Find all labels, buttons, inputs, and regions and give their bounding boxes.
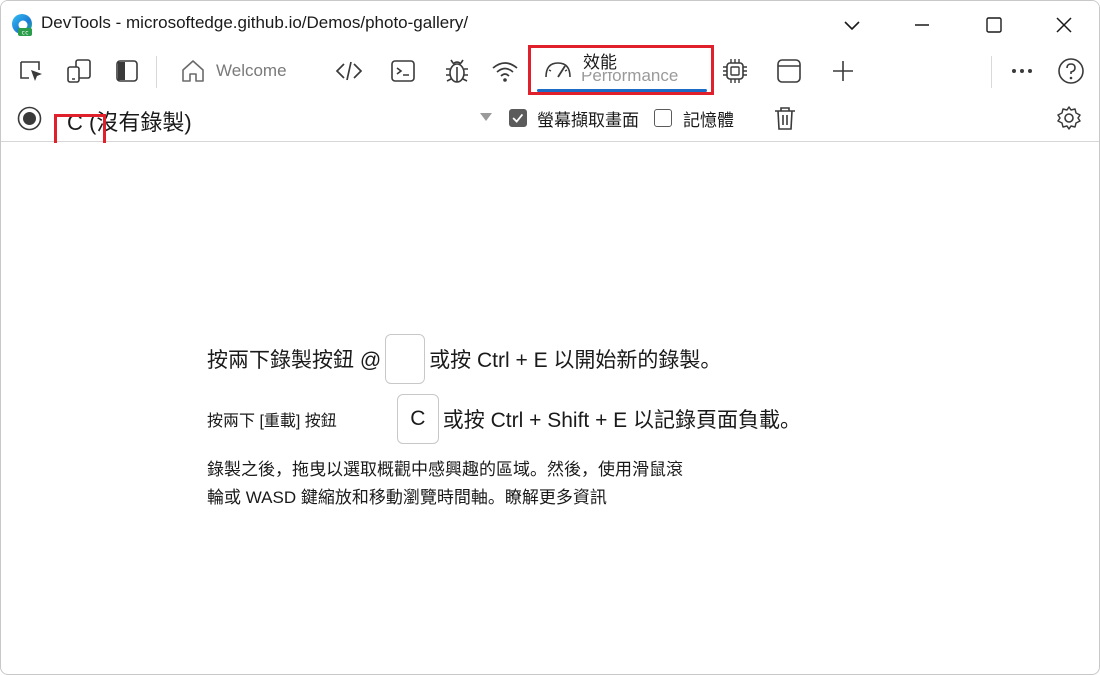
record-instruction-text-2: 或按 Ctrl + E 以開始新的錄製。: [429, 349, 722, 372]
tab-welcome[interactable]: Welcome: [179, 55, 287, 87]
tab-memory[interactable]: [719, 55, 751, 87]
trash-icon[interactable]: [771, 104, 799, 132]
active-tab-indicator: [537, 89, 707, 92]
screenshots-checkbox[interactable]: [509, 109, 527, 127]
plus-icon: [833, 61, 853, 81]
record-button-keycap: [385, 334, 426, 384]
wifi-icon: [492, 62, 518, 82]
svg-text:cc: cc: [21, 30, 29, 37]
sidebar-icon: [116, 60, 138, 82]
record-instruction-text-1: 按兩下錄製按鈕 @: [207, 349, 382, 372]
devtools-toolbar: Welcome Performance 效能: [1, 47, 1099, 95]
recording-select[interactable]: C (沒有錄製): [67, 105, 192, 137]
reload-instruction-text-1: 按兩下 [重載] 按鈕: [207, 413, 337, 430]
devtools-window: cc DevTools - microsoftedge.github.io/De…: [0, 0, 1100, 675]
tab-console[interactable]: [387, 55, 419, 87]
customize-menu-button[interactable]: [1006, 55, 1038, 87]
toolbar-divider: [156, 56, 157, 88]
tab-sources[interactable]: [441, 55, 473, 87]
device-emulation-icon: [67, 59, 91, 83]
help-icon: [1058, 58, 1084, 84]
code-icon: [335, 61, 363, 81]
reload-button-keycap[interactable]: C: [396, 394, 439, 444]
tab-welcome-label: Welcome: [216, 61, 287, 80]
close-icon: [1056, 17, 1072, 33]
reload-instruction-text-2: 或按 Ctrl + Shift + E 以記錄頁面負載。: [442, 409, 802, 432]
maximize-button[interactable]: [979, 10, 1009, 40]
edge-devtools-icon: cc: [12, 14, 32, 37]
record-instructions: 按兩下錄製按鈕 @ 或按 Ctrl + E 以開始新的錄製。: [207, 334, 721, 384]
bug-icon: [446, 59, 468, 83]
performance-landing: 按兩下錄製按鈕 @ 或按 Ctrl + E 以開始新的錄製。 按兩下 [重載] …: [1, 142, 1099, 674]
title-bar: cc DevTools - microsoftedge.github.io/De…: [1, 1, 1099, 47]
more-dots-icon: [1012, 69, 1032, 73]
memory-label: 記憶體: [683, 111, 734, 130]
device-emulation-button[interactable]: [63, 55, 95, 87]
toggle-sidebar-button[interactable]: [111, 55, 143, 87]
inspect-icon: [20, 61, 42, 81]
help-button[interactable]: [1055, 55, 1087, 87]
dropdown-chevron-button[interactable]: [837, 10, 867, 40]
help-paragraph: 錄製之後，拖曳以選取概觀中感興趣的區域。然後，使用滑鼠滾 輪或 WASD 鍵縮放…: [207, 456, 767, 512]
minimize-button[interactable]: [907, 10, 937, 40]
chip-icon: [723, 59, 747, 83]
tab-application[interactable]: [773, 55, 805, 87]
screenshots-label: 螢幕擷取畫面: [537, 111, 639, 130]
record-button[interactable]: [17, 106, 42, 131]
memory-checkbox[interactable]: [654, 109, 672, 127]
help-paragraph-line-2[interactable]: 輪或 WASD 鍵縮放和移動瀏覽時間軸。瞭解更多資訊: [207, 484, 767, 512]
gear-icon[interactable]: [1055, 104, 1083, 132]
checkmark-icon: [512, 113, 524, 123]
gauge-icon: [545, 62, 571, 78]
close-button[interactable]: [1049, 10, 1079, 40]
tab-elements[interactable]: [333, 55, 365, 87]
maximize-icon: [986, 17, 1002, 33]
triangle-down-icon[interactable]: [478, 111, 494, 123]
toolbar-divider: [991, 56, 992, 88]
console-icon: [391, 60, 415, 82]
minimize-icon: [915, 24, 929, 26]
tab-performance-label: 效能: [581, 53, 619, 72]
tab-performance[interactable]: Performance 效能: [535, 51, 711, 92]
home-icon: [182, 60, 204, 82]
more-tools-button[interactable]: [827, 55, 859, 87]
application-icon: [777, 59, 801, 83]
inspect-button[interactable]: [15, 55, 47, 87]
reload-instructions: 按兩下 [重載] 按鈕 C 或按 Ctrl + Shift + E 以記錄頁面負…: [207, 394, 801, 444]
tab-network[interactable]: [489, 55, 521, 87]
window-title: DevTools - microsoftedge.github.io/Demos…: [41, 13, 469, 32]
help-paragraph-line-1: 錄製之後，拖曳以選取概觀中感興趣的區域。然後，使用滑鼠滾: [207, 460, 683, 479]
performance-toolbar: C (沒有錄製) 螢幕擷取畫面 記憶體: [1, 95, 1099, 142]
chevron-down-icon: [844, 21, 860, 31]
